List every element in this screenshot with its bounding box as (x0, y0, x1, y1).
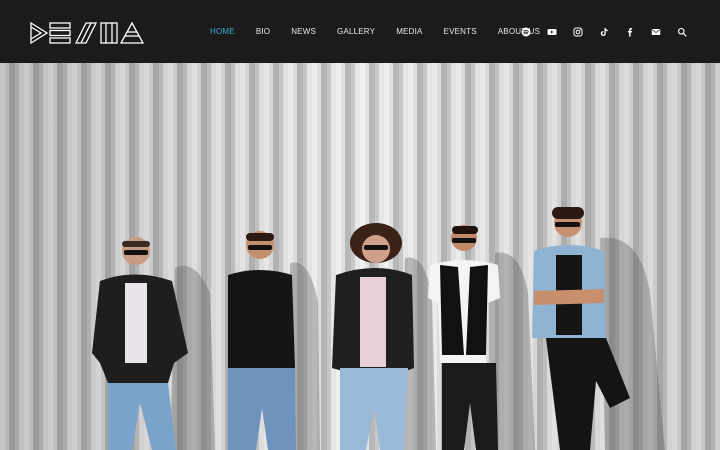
tiktok-icon[interactable] (597, 25, 611, 39)
nav-item-news[interactable]: NEWS (291, 27, 316, 36)
nav-item-bio[interactable]: BIO (256, 27, 270, 36)
nav-item-home[interactable]: HOME (210, 27, 235, 36)
nav-item-events[interactable]: EVENTS (444, 27, 477, 36)
nav-item-gallery[interactable]: GALLERY (337, 27, 375, 36)
spotify-icon[interactable] (519, 25, 533, 39)
instagram-icon[interactable] (571, 25, 585, 39)
social-links (519, 0, 701, 63)
email-icon[interactable] (649, 25, 663, 39)
search-icon[interactable] (675, 25, 689, 39)
youtube-icon[interactable] (545, 25, 559, 39)
nav-item-media[interactable]: MEDIA (396, 27, 422, 36)
brand-logo[interactable] (30, 19, 145, 47)
main-navigation: HOME BIO NEWS GALLERY MEDIA EVENTS ABOUT… (210, 0, 561, 63)
hero-band-photo (0, 63, 720, 450)
site-header: HOME BIO NEWS GALLERY MEDIA EVENTS ABOUT… (0, 0, 720, 63)
facebook-icon[interactable] (623, 25, 637, 39)
